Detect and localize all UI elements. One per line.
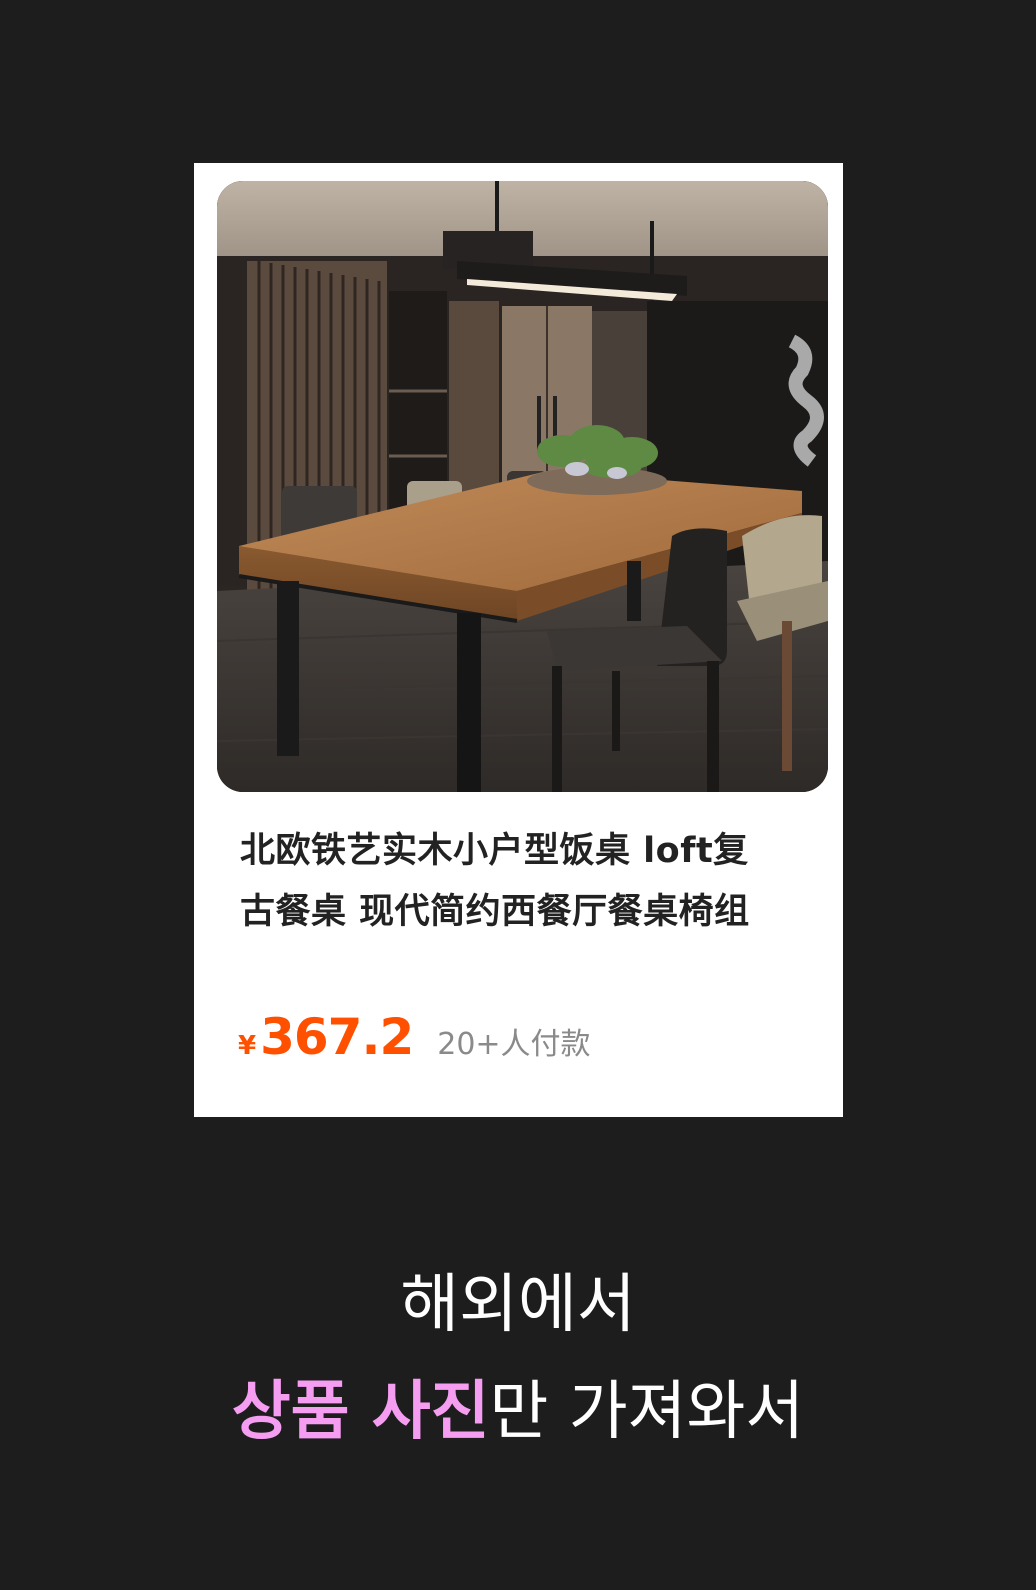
caption-highlight: 상품 사진	[231, 1375, 490, 1449]
caption-line1: 해외에서	[400, 1268, 636, 1342]
product-card[interactable]: 北欧铁艺实木小户型饭桌 loft复 古餐桌 现代简约西餐厅餐桌椅组 ¥ 367.…	[194, 163, 843, 1117]
product-title-line2: 古餐桌 现代简约西餐厅餐桌椅组	[240, 892, 750, 932]
caption-line2: 상품 사진만 가져와서	[0, 1372, 1036, 1452]
price-row: ¥ 367.2 20+人付款	[238, 1008, 591, 1078]
dining-room-photo	[217, 181, 828, 792]
currency-symbol: ¥	[238, 1031, 257, 1061]
product-price: 367.2	[260, 1008, 414, 1066]
product-image[interactable]	[217, 181, 828, 792]
caption-rest: 만 가져와서	[489, 1375, 805, 1449]
buyer-count: 20+人付款	[437, 1027, 591, 1062]
product-title[interactable]: 北欧铁艺实木小户型饭桌 loft复 古餐桌 现代简约西餐厅餐桌椅组	[240, 821, 800, 943]
product-title-line1: 北欧铁艺实木小户型饭桌 loft复	[240, 831, 749, 871]
